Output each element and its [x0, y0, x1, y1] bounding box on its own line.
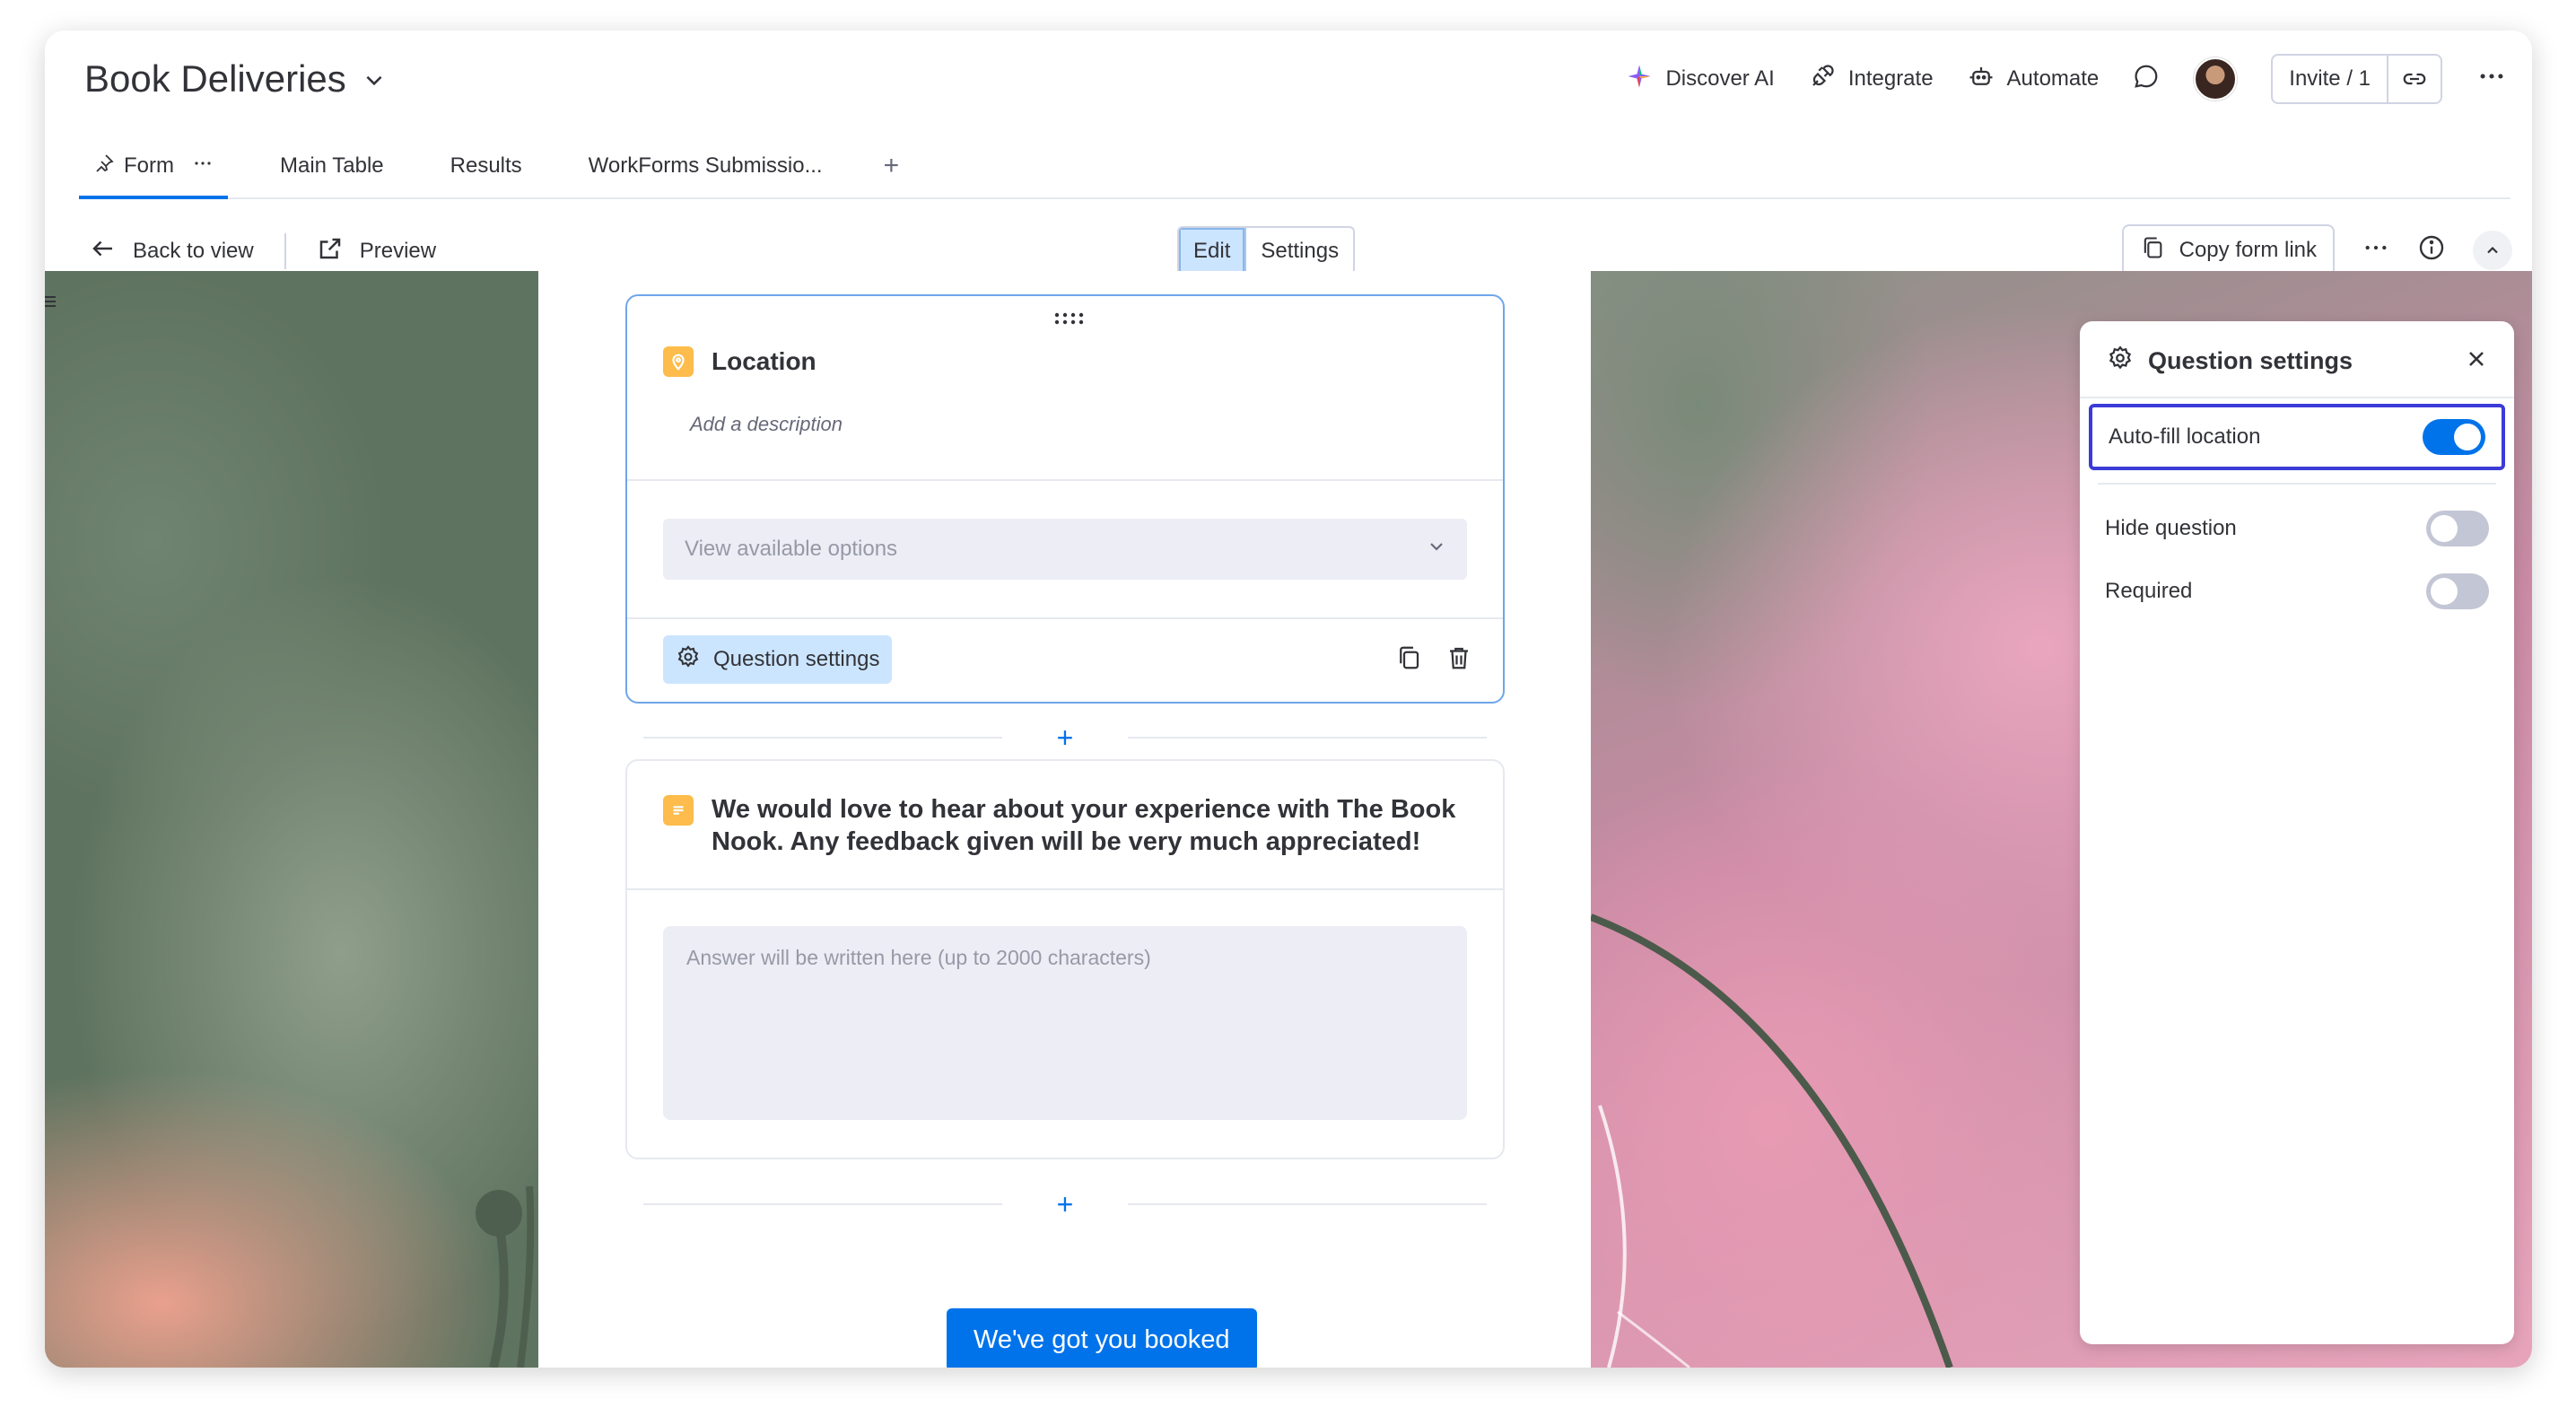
plug-icon — [1809, 63, 1836, 96]
edit-tab[interactable]: Edit — [1179, 228, 1247, 275]
location-options-dropdown[interactable]: View available options — [663, 519, 1467, 580]
invite-group: Invite / 1 — [2271, 54, 2442, 104]
add-view-button[interactable]: + — [875, 135, 909, 197]
form-canvas: Location Add a description View availabl… — [45, 271, 2532, 1368]
settings-tab[interactable]: Settings — [1246, 228, 1353, 275]
panel-divider — [2098, 483, 2496, 485]
link-icon[interactable] — [2388, 56, 2441, 102]
card-divider — [627, 617, 1503, 619]
back-to-view-button[interactable]: Back to view — [90, 235, 254, 268]
tab-workforms-submissions[interactable]: WorkForms Submissio... — [574, 135, 837, 197]
board-title-text: Book Deliveries — [84, 57, 346, 100]
panel-title: Question settings — [2148, 347, 2353, 374]
external-link-icon — [317, 235, 344, 268]
preview-button[interactable]: Preview — [317, 235, 436, 268]
card-divider — [627, 888, 1503, 890]
setting-label: Required — [2105, 579, 2193, 603]
required-toggle[interactable] — [2426, 573, 2489, 609]
required-setting: Required — [2089, 558, 2505, 625]
copy-form-link-button[interactable]: Copy form link — [2121, 224, 2335, 276]
chat-bubble-icon — [2133, 63, 2160, 96]
sidebar-handle-icon[interactable] — [45, 296, 57, 310]
chevron-up-icon[interactable] — [2473, 231, 2512, 270]
trash-icon[interactable] — [1445, 644, 1472, 676]
hide-question-setting: Hide question — [2089, 495, 2505, 562]
question-settings-button[interactable]: Question settings — [663, 635, 893, 684]
chevron-down-icon[interactable] — [362, 57, 386, 101]
add-question-row: + — [643, 720, 1487, 756]
question-settings-panel: Question settings Auto-fill location Hid… — [2080, 321, 2514, 1344]
arrow-left-icon — [90, 235, 117, 268]
tab-form-label: Form — [124, 153, 174, 178]
gear-icon — [676, 644, 701, 676]
question-title-text: Location — [712, 347, 816, 375]
auto-fill-location-setting: Auto-fill location — [2089, 404, 2505, 470]
toolbar-divider — [284, 233, 286, 269]
panel-divider — [2080, 397, 2514, 398]
setting-label: Hide question — [2105, 516, 2237, 540]
board-title[interactable]: Book Deliveries — [84, 57, 386, 101]
sparkle-icon — [1626, 63, 1653, 96]
tab-main-table-label: Main Table — [280, 153, 384, 178]
card-divider — [627, 479, 1503, 481]
view-tabs: Form Main Table Results WorkForms Submis… — [79, 127, 2511, 199]
discover-ai-button[interactable]: Discover AI — [1626, 63, 1775, 96]
edit-settings-toggle: Edit Settings — [1177, 226, 1356, 276]
add-question-button[interactable]: + — [1002, 721, 1128, 755]
add-question-button[interactable]: + — [1002, 1188, 1128, 1221]
tab-workforms-label: WorkForms Submissio... — [588, 153, 823, 178]
integrate-label: Integrate — [1847, 66, 1934, 91]
hide-question-toggle[interactable] — [2426, 511, 2489, 546]
panel-header: Question settings — [2107, 345, 2353, 378]
feedback-textarea[interactable]: Answer will be written here (up to 2000 … — [663, 926, 1467, 1120]
text-lines-icon — [663, 795, 694, 826]
auto-fill-location-toggle[interactable] — [2423, 419, 2485, 455]
tab-form[interactable]: Form — [79, 135, 228, 199]
gear-icon — [2107, 345, 2134, 378]
close-icon[interactable] — [2464, 346, 2489, 376]
automate-button[interactable]: Automate — [1968, 63, 2100, 96]
top-actions: Discover AI Integrate Automate Invite / … — [1626, 52, 2507, 106]
question-card-location[interactable]: Location Add a description View availabl… — [625, 294, 1505, 704]
avatar[interactable] — [2194, 57, 2238, 101]
more-options-icon[interactable] — [2476, 61, 2507, 98]
discover-ai-label: Discover AI — [1665, 66, 1775, 91]
duplicate-icon[interactable] — [1395, 644, 1422, 676]
question-description[interactable]: Add a description — [690, 413, 843, 436]
question-card-feedback[interactable]: We would love to hear about your experie… — [625, 759, 1505, 1159]
app-window: Book Deliveries Discover AI Integrate Au… — [45, 31, 2532, 1368]
drag-handle-icon[interactable] — [1054, 312, 1085, 325]
background-image-left — [45, 271, 538, 1368]
preview-label: Preview — [359, 239, 437, 263]
plant-silhouette — [476, 1185, 535, 1368]
copy-icon — [2140, 235, 2165, 267]
automate-label: Automate — [2006, 66, 2100, 91]
question-title[interactable]: Location — [663, 346, 816, 377]
pin-icon — [93, 153, 115, 180]
card-tools — [1395, 644, 1472, 676]
question-title-text: We would love to hear about your experie… — [712, 795, 1456, 856]
form-column: Location Add a description View availabl… — [538, 271, 1591, 1368]
tab-main-table[interactable]: Main Table — [266, 135, 398, 197]
tab-results[interactable]: Results — [436, 135, 537, 197]
chevron-down-icon — [1426, 536, 1447, 564]
copy-form-link-label: Copy form link — [2179, 238, 2317, 262]
tab-results-label: Results — [450, 153, 522, 178]
question-title[interactable]: We would love to hear about your experie… — [663, 793, 1471, 858]
invite-button[interactable]: Invite / 1 — [2273, 56, 2388, 102]
question-settings-label: Question settings — [713, 647, 880, 671]
setting-label: Auto-fill location — [2109, 424, 2261, 449]
updates-button[interactable] — [2133, 63, 2160, 96]
dropdown-placeholder: View available options — [685, 537, 898, 561]
robot-icon — [1968, 63, 1995, 96]
back-to-view-label: Back to view — [133, 239, 254, 263]
submit-button[interactable]: We've got you booked — [947, 1308, 1257, 1368]
form-more-icon[interactable] — [2362, 233, 2390, 268]
add-question-row: + — [643, 1186, 1487, 1222]
info-icon[interactable] — [2417, 233, 2446, 268]
integrate-button[interactable]: Integrate — [1809, 63, 1934, 96]
location-pin-icon — [663, 346, 694, 377]
tab-menu-icon[interactable] — [192, 153, 214, 180]
